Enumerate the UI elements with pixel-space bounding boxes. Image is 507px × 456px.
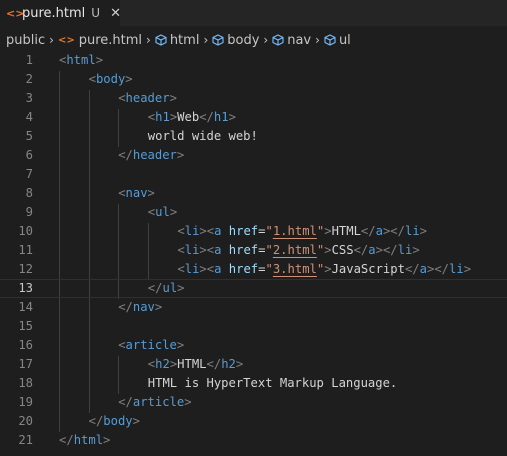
breadcrumb-label: pure.html (78, 32, 142, 48)
code-line[interactable]: 11 <li><a href="2.html">CSS</a></li> (0, 241, 507, 260)
tab-pure-html[interactable]: <> pure.html U ✕ (0, 0, 121, 26)
code-line[interactable]: 19 </article> (0, 393, 507, 412)
code-text: <article> (118, 338, 185, 352)
code-text: <html> (59, 53, 104, 67)
code-line[interactable]: 18 HTML is HyperText Markup Language. (0, 374, 507, 393)
breadcrumb-item-nav[interactable]: nav (272, 33, 311, 48)
breadcrumb-label: nav (287, 32, 312, 48)
line-number: 5 (25, 129, 33, 143)
code-text: <h2>HTML</h2> (147, 357, 244, 371)
tab-bar: <> pure.html U ✕ (0, 0, 507, 26)
code-line[interactable]: 8 <nav> (0, 184, 507, 203)
line-number: 11 (18, 243, 33, 257)
breadcrumb-label: public (6, 32, 46, 48)
chevron-right-icon: › (49, 33, 54, 47)
element-cube-icon (212, 34, 224, 46)
code-line[interactable]: 20 </body> (0, 412, 507, 431)
code-text: <ul> (147, 205, 178, 219)
line-number: 6 (25, 148, 33, 162)
code-text: <h1>Web</h1> (147, 110, 236, 124)
code-line[interactable]: 17 <h2>HTML</h2> (0, 355, 507, 374)
line-number: 10 (18, 224, 33, 238)
code-line[interactable]: 15 (0, 317, 507, 336)
code-text: </ul> (147, 281, 185, 295)
code-text: <li><a href="2.html">CSS</a></li> (177, 243, 420, 257)
code-text: </html> (59, 433, 111, 447)
code-line[interactable]: 12 <li><a href="3.html">JavaScript</a></l… (0, 260, 507, 279)
code-text: world wide web! (147, 129, 258, 143)
code-line[interactable]: 7 (0, 165, 507, 184)
chevron-right-icon: › (203, 33, 209, 47)
line-number: 13 (18, 281, 33, 295)
breadcrumb-label: body (227, 32, 260, 48)
code-line[interactable]: 16 <article> (0, 336, 507, 355)
element-cube-icon (272, 34, 284, 46)
code-text: </header> (118, 148, 185, 162)
chevron-right-icon: › (146, 33, 151, 47)
code-text: <body> (88, 72, 133, 86)
line-number: 8 (25, 186, 33, 200)
code-text: HTML is HyperText Markup Language. (147, 376, 398, 390)
breadcrumb-label: ul (338, 32, 351, 48)
code-line[interactable]: 5 world wide web! (0, 127, 507, 146)
code-text: <nav> (118, 186, 155, 200)
code-line[interactable]: 3 <header> (0, 89, 507, 108)
close-icon[interactable]: ✕ (110, 6, 121, 21)
code-text: </nav> (118, 300, 163, 314)
breadcrumb-item-public[interactable]: public (6, 33, 45, 48)
line-number: 1 (25, 53, 33, 67)
code-line[interactable]: 6 </header> (0, 146, 507, 165)
code-line[interactable]: 13 </ul> (0, 279, 507, 298)
line-number: 16 (18, 338, 33, 352)
code-editor[interactable]: 1 <html> 2 <body> 3 <header> 4 <h1>Web</h1> 5 wor… (0, 51, 507, 456)
code-line[interactable]: 21 </html> (0, 431, 507, 450)
element-cube-icon (155, 34, 167, 46)
line-number: 7 (25, 167, 33, 181)
code-line[interactable]: 14 </nav> (0, 298, 507, 317)
line-number: 9 (25, 205, 33, 219)
untracked-status-badge: U (91, 6, 101, 20)
line-number: 18 (18, 376, 33, 390)
line-number: 4 (25, 110, 33, 124)
code-line[interactable]: 1 <html> (0, 51, 507, 70)
chevron-right-icon: › (263, 33, 269, 47)
chevron-right-icon: › (315, 33, 320, 47)
code-line[interactable]: 2 <body> (0, 70, 507, 89)
breadcrumb-item-html[interactable]: html (155, 32, 200, 48)
breadcrumb-label: html (169, 32, 200, 48)
code-text: </body> (88, 414, 140, 428)
line-number: 20 (18, 414, 33, 428)
line-number: 12 (18, 262, 33, 276)
html-file-icon: <> (57, 34, 75, 46)
line-number: 19 (18, 395, 33, 409)
line-number: 2 (25, 72, 33, 86)
line-number: 3 (25, 91, 33, 105)
code-text: </article> (118, 395, 192, 409)
element-cube-icon (324, 34, 336, 46)
code-text: <li><a href="1.html">HTML</a></li> (177, 224, 428, 238)
line-number: 14 (18, 300, 33, 314)
breadcrumb: public › <> pure.html › html › body › nav… (0, 26, 507, 54)
breadcrumb-item-file[interactable]: <> pure.html (58, 33, 142, 48)
line-number: 21 (18, 433, 33, 447)
code-line[interactable]: 9 <ul> (0, 203, 507, 222)
breadcrumb-item-body[interactable]: body (212, 33, 259, 48)
breadcrumb-item-ul[interactable]: ul (324, 33, 351, 48)
line-number: 17 (18, 357, 33, 371)
code-line[interactable]: 4 <h1>Web</h1> (0, 108, 507, 127)
code-line[interactable]: 10 <li><a href="1.html">HTML</a></li> (0, 222, 507, 241)
line-number: 15 (18, 319, 33, 333)
code-text: <header> (118, 91, 177, 105)
html-file-icon: <> (6, 6, 25, 20)
code-text: <li><a href="3.html">JavaScript</a></li> (177, 262, 472, 276)
tab-label: pure.html (22, 5, 86, 21)
